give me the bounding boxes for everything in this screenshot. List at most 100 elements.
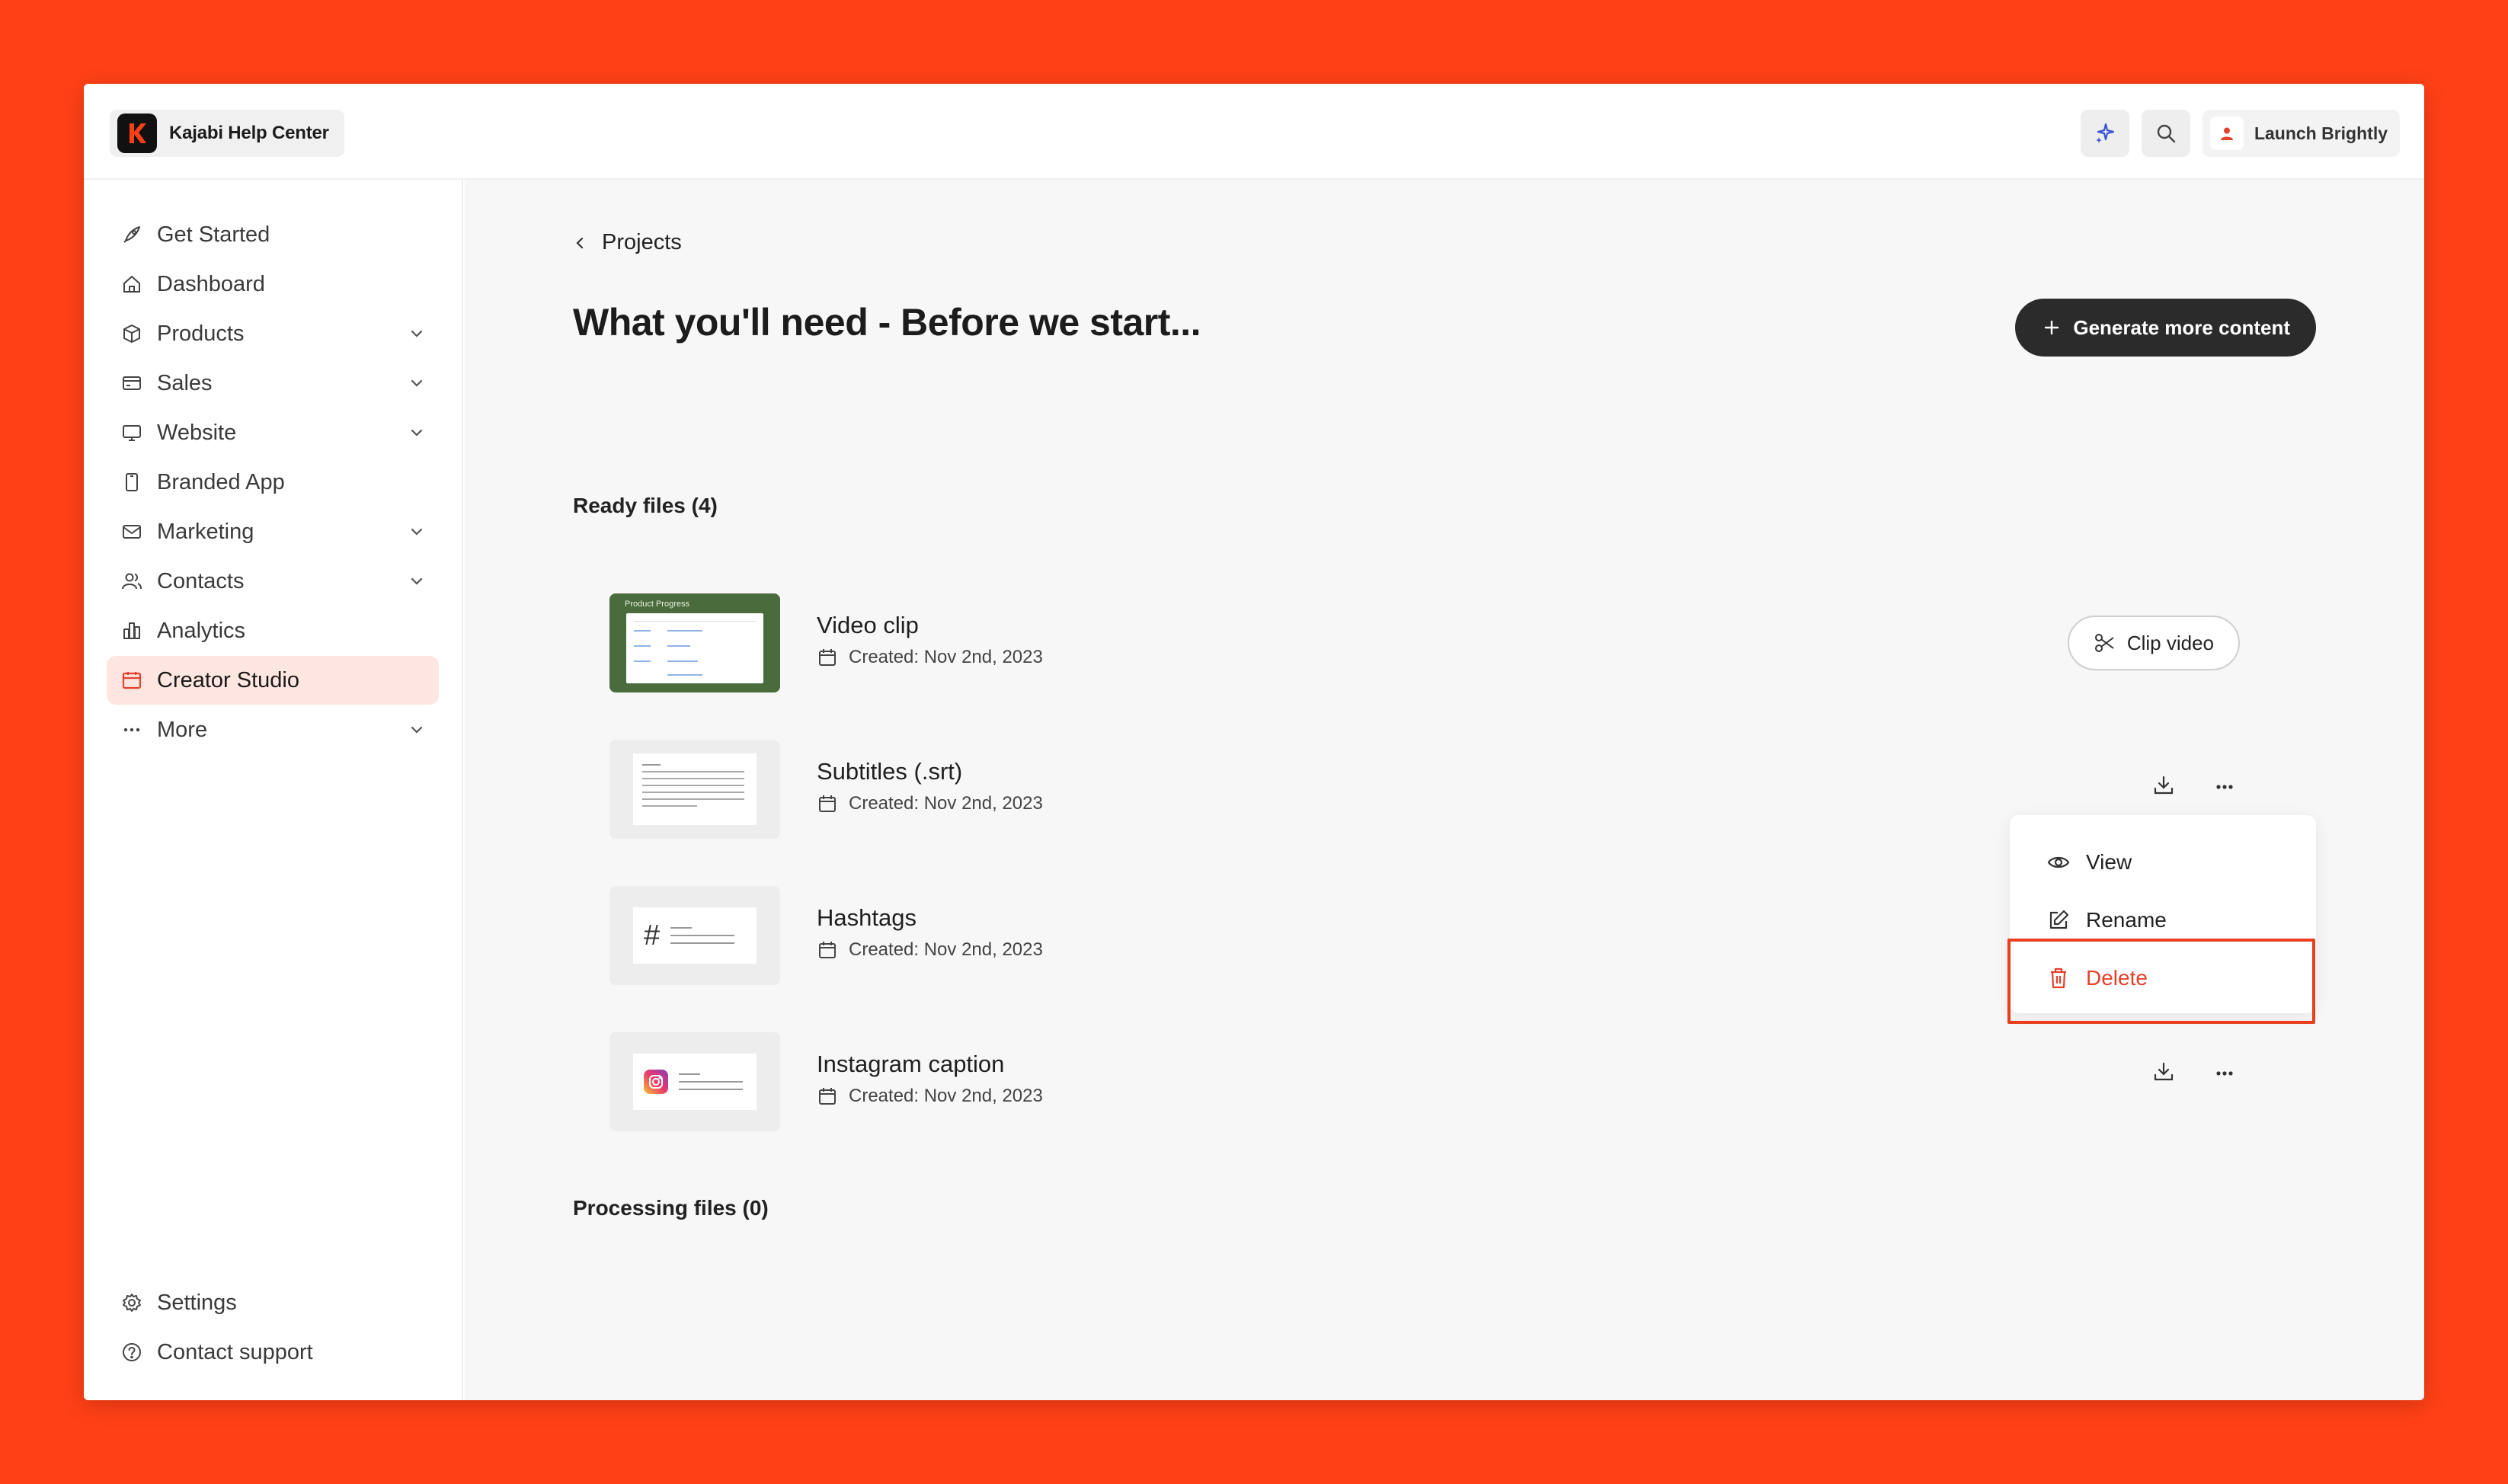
chevron-down-icon[interactable] [407,423,427,443]
calendar-icon [819,795,836,812]
search-button[interactable] [2141,110,2190,157]
chevron-down-icon[interactable] [407,373,427,393]
brand-button[interactable]: Kajabi Help Center [110,110,344,157]
sidebar-item-marketing[interactable]: Marketing [107,507,439,556]
page-title: What you'll need - Before we start... [573,301,1201,344]
monitor-icon [120,421,143,444]
sidebar-item-get-started[interactable]: Get Started [107,210,439,259]
more-options-button[interactable] [2209,770,2240,801]
sidebar-item-products[interactable]: Products [107,309,439,358]
main-content: Projects What you'll need - Before we st… [465,180,2424,1400]
download-button[interactable] [2148,1057,2179,1087]
sidebar-item-creator-studio[interactable]: Creator Studio [107,656,439,705]
video-thumbnail: Product Progress [609,593,780,692]
file-created: Created: Nov 2nd, 2023 [817,939,1043,961]
document-preview [633,753,757,825]
file-row-hashtags[interactable]: # Hashtags Created: Nov 2nd, 2023 [609,886,2240,985]
sidebar-item-dashboard[interactable]: Dashboard [107,260,439,309]
app-window: Kajabi Help Center Launch Brightly Get S… [84,84,2424,1400]
instagram-icon [644,1070,668,1094]
file-info: Subtitles (.srt) Created: Nov 2nd, 2023 [817,758,1043,814]
file-created: Created: Nov 2nd, 2023 [817,1086,1043,1107]
menu-item-label: Rename [2086,908,2167,932]
delete-highlight-box [2007,939,2315,1024]
clip-video-button[interactable]: Clip video [2067,616,2240,670]
sidebar-item-branded-app[interactable]: Branded App [107,458,439,507]
generate-button-label: Generate more content [2073,315,2290,339]
created-date: Created: Nov 2nd, 2023 [849,1086,1043,1106]
file-row-subtitles[interactable]: Subtitles (.srt) Created: Nov 2nd, 2023 [609,740,2240,839]
file-info: Instagram caption Created: Nov 2nd, 2023 [817,1051,1043,1107]
file-created: Created: Nov 2nd, 2023 [817,793,1043,814]
box-icon [120,322,143,345]
top-actions: Launch Brightly [2080,110,2400,157]
home-icon [120,273,143,296]
hashtags-thumbnail: # [609,886,780,985]
phone-icon [120,471,143,494]
sidebar-item-contacts[interactable]: Contacts [107,557,439,606]
file-name: Video clip [817,612,919,638]
ai-sparkle-button[interactable] [2080,110,2129,157]
file-row-instagram-caption[interactable]: Instagram caption Created: Nov 2nd, 2023 [609,1032,2240,1131]
user-menu-button[interactable]: Launch Brightly [2202,110,2400,157]
download-icon [2154,776,2174,795]
rocket-icon [120,223,143,246]
sidebar-item-label: Contact support [157,1339,313,1364]
processing-files-title: Processing files (0) [573,1196,769,1220]
credit-card-icon [120,372,143,395]
sidebar-bottom-nav: Settings Contact support [107,1278,439,1377]
instagram-thumbnail [609,1032,780,1131]
file-name: Subtitles (.srt) [817,758,963,785]
avatar [2209,117,2244,150]
menu-item-label: View [2086,850,2132,874]
sidebar-item-label: Settings [157,1290,237,1315]
instagram-preview [633,1054,757,1110]
edit-icon [2049,910,2069,929]
chevron-down-icon[interactable] [407,720,427,740]
more-options-button[interactable] [2209,1057,2240,1087]
calendar-icon [819,1088,836,1105]
sidebar-item-more[interactable]: More [107,705,439,754]
sidebar-item-label: Products [157,321,245,346]
eye-icon [2047,856,2070,868]
sidebar-item-contact-support[interactable]: Contact support [107,1328,439,1377]
file-row-video-clip[interactable]: Product Progress Video clip Created: Nov… [609,593,2240,692]
chevron-down-icon[interactable] [407,571,427,591]
sparkle-icon [2095,123,2115,143]
sidebar-item-settings[interactable]: Settings [107,1278,439,1327]
file-info: Hashtags Created: Nov 2nd, 2023 [817,904,1043,961]
sidebar-item-analytics[interactable]: Analytics [107,606,439,655]
created-date: Created: Nov 2nd, 2023 [849,647,1043,667]
user-name: Launch Brightly [2254,123,2388,143]
plus-icon [2045,320,2059,335]
chevron-down-icon[interactable] [407,522,427,542]
user-icon [2220,127,2233,140]
download-button[interactable] [2148,770,2179,801]
subtitles-thumbnail [609,740,780,839]
help-circle-icon [120,1341,143,1364]
sidebar-item-label: Marketing [157,519,254,544]
scissors-icon [2094,634,2114,652]
sidebar-item-label: Branded App [157,469,285,494]
generate-more-content-button[interactable]: Generate more content [2015,299,2316,357]
thumbnail-title: Product Progress [625,600,689,609]
file-info: Video clip Created: Nov 2nd, 2023 [817,612,1043,668]
sidebar-item-label: Analytics [157,618,246,643]
brand-name: Kajabi Help Center [169,123,329,143]
ellipsis-icon [120,718,143,741]
sidebar-item-label: Creator Studio [157,667,299,692]
breadcrumb[interactable]: Projects [573,230,682,255]
sidebar-item-website[interactable]: Website [107,408,439,457]
menu-item-view[interactable]: View [2010,833,2316,891]
breadcrumb-projects[interactable]: Projects [602,230,682,255]
top-bar: Kajabi Help Center Launch Brightly [84,84,2424,180]
ellipsis-icon [2216,1071,2233,1076]
thumbnail-preview [626,613,763,683]
chevron-left-icon [576,237,584,248]
sidebar-item-sales[interactable]: Sales [107,359,439,408]
calendar-icon [819,649,836,666]
chevron-down-icon[interactable] [407,324,427,344]
users-icon [120,570,143,593]
sidebar-nav: Get Started Dashboard Products Sales Web… [107,210,439,755]
ellipsis-icon [2216,785,2233,789]
